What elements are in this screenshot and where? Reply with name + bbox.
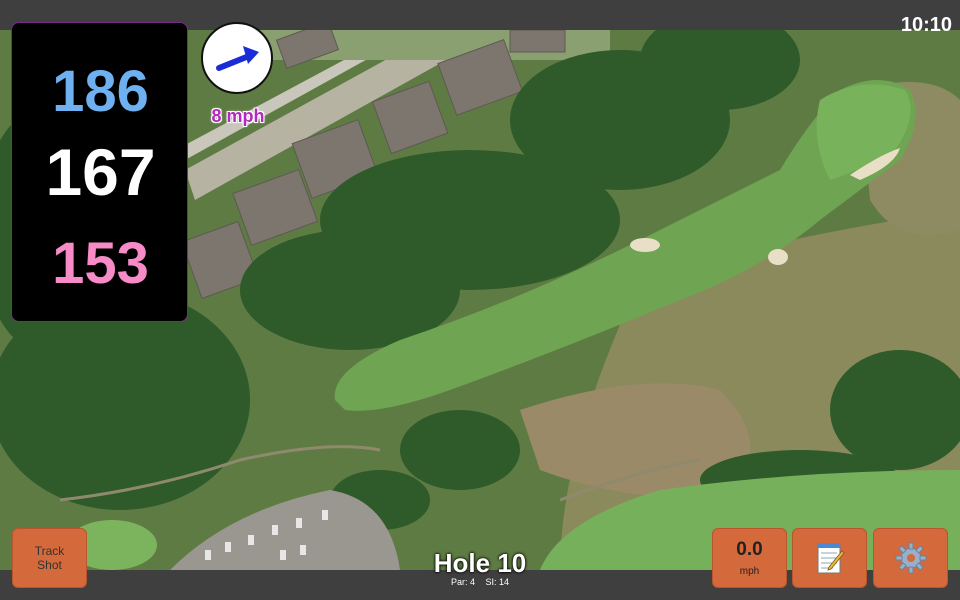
- middle-distance-value: 167: [45, 135, 156, 209]
- wind-speed: 8 mph: [211, 106, 265, 126]
- clock: 10:10: [900, 14, 952, 36]
- hole-title: Hole 10: [433, 548, 527, 578]
- notepad-icon: [817, 543, 845, 574]
- speed-button[interactable]: 0.0 mph: [712, 528, 787, 588]
- speed-unit: mph: [739, 565, 760, 577]
- settings-button[interactable]: [873, 528, 948, 588]
- notes-button[interactable]: [792, 528, 867, 588]
- front-distance: 153: [12, 235, 189, 293]
- hole-info: Par: 4 SI: 14: [380, 577, 580, 587]
- wind-indicator: [201, 22, 273, 94]
- wind-arrow-icon: [216, 46, 259, 71]
- back-distance-value: 186: [52, 59, 149, 124]
- track-shot-button[interactable]: Track Shot: [12, 528, 87, 588]
- track-shot-label-line1: Track: [34, 544, 65, 558]
- middle-distance: 167: [12, 139, 189, 205]
- distance-panel: 186 167 153: [11, 22, 188, 322]
- speed-value: 0.0: [736, 538, 763, 560]
- track-shot-label-line2: Shot: [37, 558, 62, 572]
- gear-icon: [895, 542, 926, 574]
- back-distance: 186: [12, 63, 189, 121]
- front-distance-value: 153: [52, 231, 149, 296]
- hole-stroke-index: SI: 14: [485, 577, 510, 587]
- hole-par: Par: 4: [450, 577, 475, 587]
